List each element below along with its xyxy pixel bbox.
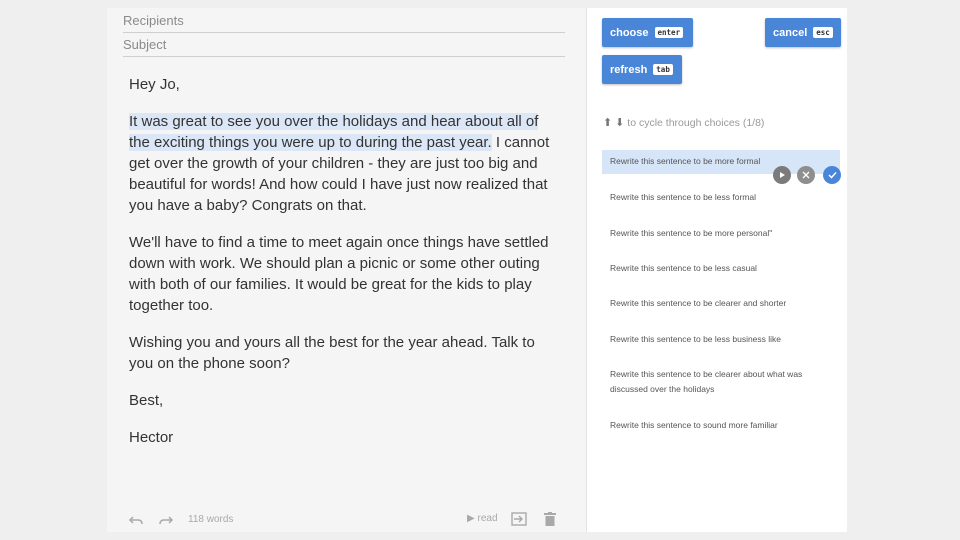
paragraph-3: Wishing you and yours all the best for t… xyxy=(129,334,535,372)
choice-item[interactable]: Rewrite this sentence to be less casual xyxy=(602,261,840,276)
arrow-up-icon: ⬆ xyxy=(603,117,613,129)
subject-field[interactable]: Subject xyxy=(123,33,565,57)
choice-item[interactable]: Rewrite this sentence to be more persona… xyxy=(602,226,840,241)
insert-icon[interactable] xyxy=(511,512,527,526)
paragraph-1: It was great to see you over the holiday… xyxy=(129,111,559,216)
play-icon: ▶ xyxy=(467,513,475,524)
paragraph-2: We'll have to find a time to meet again … xyxy=(129,234,549,314)
choose-button[interactable]: choose enter xyxy=(602,18,693,47)
selected-sentence[interactable]: It was great to see you over the holiday… xyxy=(129,113,539,151)
cancel-label: cancel xyxy=(773,26,808,39)
esc-key-badge: esc xyxy=(813,27,833,38)
signature: Hector xyxy=(129,429,174,446)
enter-key-badge: enter xyxy=(654,27,684,38)
suggestion-panel: choose enter cancel esc refresh tab ⬆ ⬇ … xyxy=(587,8,847,532)
word-count: 118 words xyxy=(188,514,234,525)
arrow-down-icon: ⬇ xyxy=(615,117,625,129)
refresh-label: refresh xyxy=(610,63,648,76)
choose-label: choose xyxy=(610,26,649,39)
cancel-button[interactable]: cancel esc xyxy=(765,18,841,47)
choice-item[interactable]: Rewrite this sentence to sound more fami… xyxy=(602,418,840,433)
read-label: read xyxy=(477,513,498,524)
email-editor: Recipients Subject Hey Jo, It was great … xyxy=(107,8,587,532)
play-icon[interactable] xyxy=(773,166,791,184)
cycle-hint: ⬆ ⬇ to cycle through choices (1/8) xyxy=(603,116,764,129)
check-icon[interactable] xyxy=(823,166,841,184)
choice-item[interactable]: Rewrite this sentence to be clearer abou… xyxy=(602,367,840,397)
close-icon[interactable] xyxy=(797,166,815,184)
trash-icon[interactable] xyxy=(544,512,556,526)
redo-icon[interactable] xyxy=(158,514,174,526)
email-body[interactable]: Hey Jo, It was great to see you over the… xyxy=(129,74,559,464)
editor-footer: 118 words ▶ read xyxy=(107,508,586,532)
recipients-field[interactable]: Recipients xyxy=(123,9,565,33)
undo-icon[interactable] xyxy=(128,514,144,526)
read-button[interactable]: ▶ read xyxy=(467,513,498,524)
closing: Best, xyxy=(129,392,164,409)
refresh-button[interactable]: refresh tab xyxy=(602,55,682,84)
greeting: Hey Jo, xyxy=(129,76,180,93)
choice-item[interactable]: Rewrite this sentence to be less formal xyxy=(602,190,840,205)
tab-key-badge: tab xyxy=(653,64,673,75)
choice-item[interactable]: Rewrite this sentence to be clearer and … xyxy=(602,296,840,311)
cycle-hint-text: to cycle through choices (1/8) xyxy=(627,117,765,129)
choice-item[interactable]: Rewrite this sentence to be less busines… xyxy=(602,332,840,347)
app-frame: Recipients Subject Hey Jo, It was great … xyxy=(107,8,847,532)
